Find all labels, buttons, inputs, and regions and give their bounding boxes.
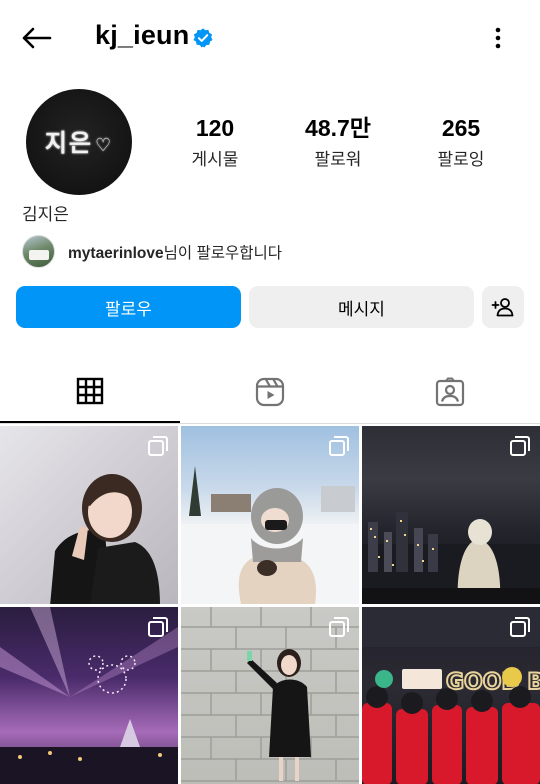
tab-reels[interactable] [180, 360, 360, 423]
followed-by-suffix: 님이 팔로우합니다 [163, 244, 283, 262]
multiple-photos-icon [148, 617, 168, 637]
back-button[interactable] [18, 22, 54, 54]
profile-fullname: 김지은 [22, 205, 69, 224]
followed-by-text: mytaerinlove님이 팔로우합니다 [68, 241, 282, 263]
stat-followers-count: 48.7만 [305, 115, 371, 141]
post-tile[interactable] [181, 607, 359, 784]
top-bar: kj_ieun [0, 0, 540, 76]
post-tile[interactable]: GOOD BY [362, 607, 540, 784]
stat-following[interactable]: 265 팔로잉 [401, 114, 521, 170]
stat-posts-count: 120 [195, 115, 235, 141]
stat-following-count: 265 [441, 115, 481, 141]
multiple-photos-icon [510, 617, 530, 637]
multiple-photos-icon [148, 436, 168, 456]
post-photo-city-night [362, 512, 540, 604]
post-tile[interactable] [0, 426, 178, 604]
post-tile[interactable] [362, 426, 540, 604]
stat-posts-label: 게시물 [191, 150, 239, 169]
tab-posts-grid[interactable] [0, 360, 180, 423]
tab-tagged[interactable] [360, 360, 540, 423]
follower-username[interactable]: mytaerinlove [68, 245, 164, 262]
multiple-photos-icon [329, 436, 349, 456]
followed-by-row[interactable]: mytaerinlove님이 팔로우합니다 [22, 235, 282, 268]
post-tile[interactable] [181, 426, 359, 604]
stat-following-label: 팔로잉 [437, 150, 485, 169]
more-vertical-icon [495, 27, 501, 49]
grid-icon [76, 377, 104, 404]
profile-tabs [0, 360, 540, 424]
posts-grid: GOOD BY [0, 426, 540, 784]
arrow-left-icon [22, 27, 52, 49]
avatar-lettering-text: 지은 [44, 128, 94, 157]
avatar-lettering: 지은 ♡ [45, 123, 113, 158]
profile-username: kj_ieun [95, 20, 190, 50]
follow-button[interactable]: 팔로우 [16, 286, 241, 328]
add-person-icon [491, 298, 514, 317]
profile-avatar[interactable]: 지은 ♡ [26, 89, 132, 195]
suggested-users-button[interactable] [482, 286, 524, 328]
stat-followers-label: 팔로워 [314, 150, 362, 169]
tagged-icon [435, 377, 465, 406]
reels-icon [255, 377, 285, 406]
more-options-button[interactable] [486, 24, 510, 52]
post-tile[interactable] [0, 607, 178, 784]
multiple-photos-icon [510, 436, 530, 456]
verified-badge-icon [193, 28, 213, 48]
avatar-heart: ♡ [95, 134, 114, 156]
stat-posts[interactable]: 120 게시물 [155, 114, 275, 170]
stat-followers[interactable]: 48.7만 팔로워 [278, 114, 398, 170]
message-button[interactable]: 메시지 [249, 286, 474, 328]
post-photo-person [50, 474, 160, 604]
multiple-photos-icon [329, 617, 349, 637]
follower-avatar [22, 235, 55, 268]
post-photo-person [238, 488, 317, 604]
